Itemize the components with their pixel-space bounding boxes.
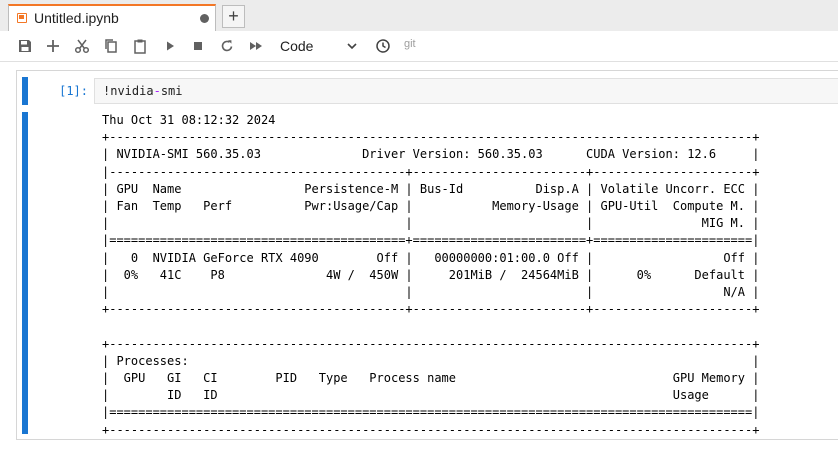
output-line: | | | N/A | [102, 285, 760, 300]
output-line: +---------------------------------------… [102, 336, 760, 351]
execution-prompt: [1]: [59, 84, 88, 98]
code-text: smi [160, 84, 183, 98]
tab-title: Untitled.ipynb [34, 10, 119, 26]
add-cell-icon[interactable] [45, 38, 61, 54]
output-line: | ID ID Usage | [102, 388, 760, 403]
output-line: | GPU Name Persistence-M | Bus-Id Disp.A… [102, 181, 760, 196]
input-collapser[interactable] [22, 77, 28, 105]
output-collapser[interactable] [22, 112, 28, 434]
save-icon[interactable] [17, 38, 33, 54]
run-icon[interactable] [162, 38, 178, 54]
cut-icon[interactable] [74, 38, 90, 54]
output-line: Thu Oct 31 08:12:32 2024 [102, 113, 276, 127]
tab-bar: Untitled.ipynb + [0, 0, 838, 32]
cell-type-select[interactable]: Code [280, 38, 313, 54]
code-text: !nvidia [103, 84, 154, 98]
output-line: | Processes: | [102, 353, 760, 368]
output-line: | GPU GI CI PID Type Process name GPU Me… [102, 371, 760, 386]
new-tab-button[interactable]: + [222, 5, 245, 28]
output-line: | NVIDIA-SMI 560.35.03 Driver Version: 5… [102, 147, 760, 162]
code-editor[interactable]: !nvidia-smi [94, 78, 838, 104]
output-line: | 0 NVIDIA GeForce RTX 4090 Off | 000000… [102, 250, 760, 265]
run-all-icon[interactable] [248, 38, 264, 54]
stop-icon[interactable] [190, 38, 206, 54]
restart-icon[interactable] [219, 38, 235, 54]
output-line: |=======================================… [102, 233, 760, 248]
notebook-toolbar: Code git [0, 31, 838, 62]
output-line: +---------------------------------------… [102, 422, 760, 437]
copy-icon[interactable] [103, 38, 119, 54]
cell-output: Thu Oct 31 08:12:32 2024 +--------------… [102, 112, 759, 439]
clock-icon[interactable] [375, 38, 391, 54]
output-line: |---------------------------------------… [102, 164, 760, 179]
chevron-down-icon[interactable] [346, 39, 358, 57]
paste-icon[interactable] [132, 38, 148, 54]
output-line: | Fan Temp Perf Pwr:Usage/Cap | Memory-U… [102, 199, 760, 214]
output-line: +---------------------------------------… [102, 302, 760, 317]
code-line: !nvidia-smi [103, 84, 183, 98]
code-operator: - [153, 84, 161, 98]
unsaved-dot-icon[interactable] [200, 14, 209, 23]
notebook-icon [17, 13, 27, 23]
notebook-tab[interactable]: Untitled.ipynb [8, 4, 216, 31]
output-line: |=======================================… [102, 405, 760, 420]
output-line: +---------------------------------------… [102, 130, 760, 145]
output-line: | 0% 41C P8 4W / 450W | 201MiB / 24564Mi… [102, 267, 760, 282]
output-line: | | | MIG M. | [102, 216, 760, 231]
git-button[interactable]: git [404, 38, 416, 50]
